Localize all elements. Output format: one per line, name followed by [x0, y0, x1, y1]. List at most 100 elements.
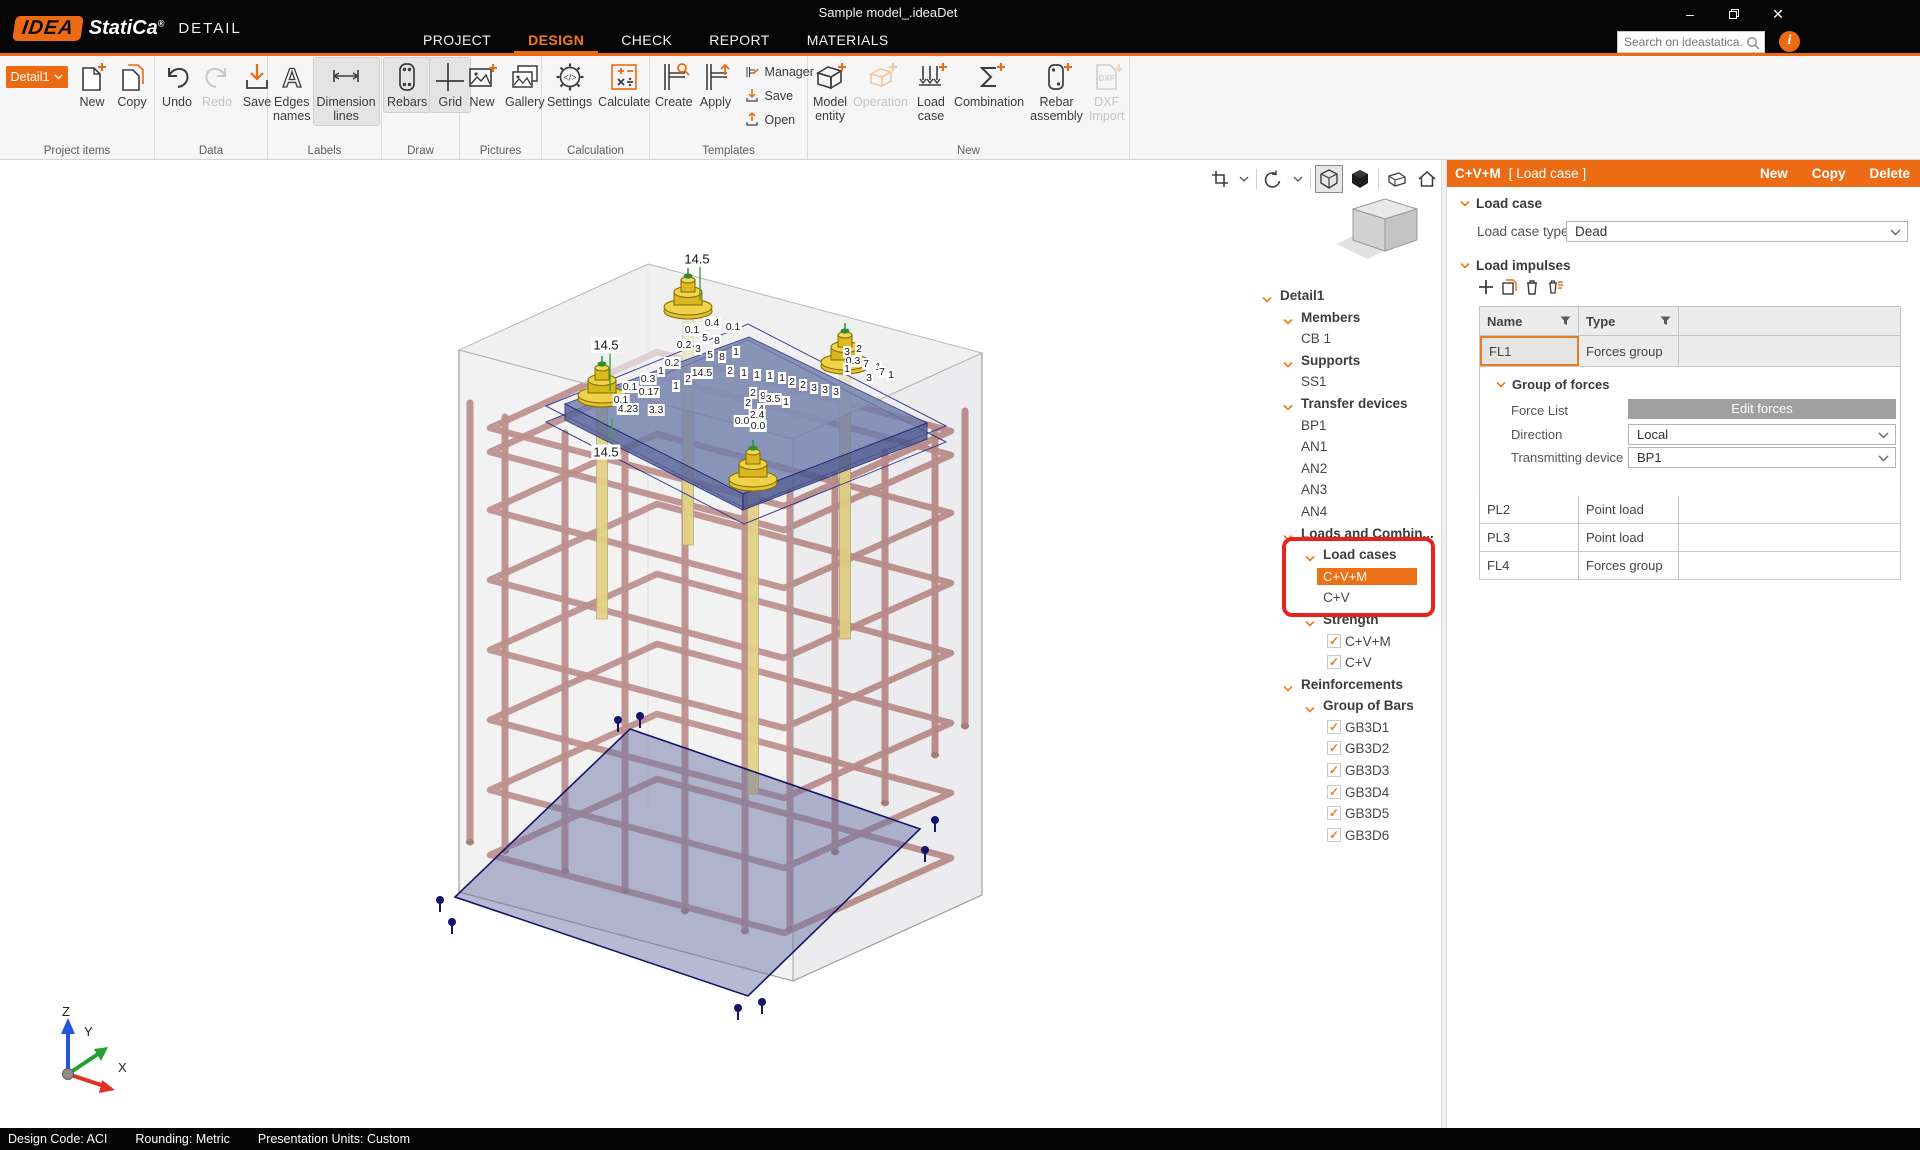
ribbon-button-gallery[interactable]: Gallery: [502, 58, 548, 112]
ribbon-button-settings[interactable]: </>Settings: [544, 58, 595, 112]
checkbox[interactable]: ✓: [1327, 806, 1341, 820]
project-selector[interactable]: Detail1: [6, 66, 68, 88]
tree-item-an1[interactable]: AN1: [1254, 436, 1442, 458]
ribbon-button-copy[interactable]: Copy: [112, 58, 152, 112]
wireframe-view-button[interactable]: [1316, 166, 1342, 192]
tree-item-strength[interactable]: Strength: [1254, 609, 1442, 631]
ribbon-button-edges-names[interactable]: AEdges names: [270, 58, 314, 125]
checkbox[interactable]: ✓: [1327, 785, 1341, 799]
wireframe-cube-icon: [1318, 168, 1340, 190]
tree-item-members[interactable]: Members: [1254, 307, 1442, 329]
tree-item-transfer-devices[interactable]: Transfer devices: [1254, 393, 1442, 415]
copy-impulse-button[interactable]: [1500, 278, 1518, 299]
tree-item-gb3d5[interactable]: ✓GB3D5: [1254, 803, 1442, 825]
tree-item-c-v-m[interactable]: ✓C+V+M: [1254, 631, 1442, 653]
ribbon-button-rebar-assembly[interactable]: Rebar assembly: [1027, 58, 1086, 125]
panel-action-copy[interactable]: Copy: [1812, 166, 1846, 181]
orbit-button[interactable]: [1262, 167, 1286, 191]
tree-item-c-v-m[interactable]: C+V+M: [1254, 566, 1442, 588]
impulse-row-pl2[interactable]: PL2Point load: [1479, 496, 1901, 524]
tree-item-an4[interactable]: AN4: [1254, 501, 1442, 523]
restore-button[interactable]: [1712, 0, 1756, 28]
properties-panel: C+V+M [ Load case ] NewCopyDelete Load c…: [1447, 160, 1920, 1128]
ribbon-button-calculate[interactable]: Calculate: [595, 58, 653, 112]
tree-item-loads-and-combin[interactable]: Loads and Combin...: [1254, 523, 1442, 545]
chevron-down-icon: [1460, 200, 1470, 207]
checkbox[interactable]: ✓: [1327, 741, 1341, 755]
solid-view-button[interactable]: [1347, 166, 1373, 192]
ribbon-button-dimension-lines[interactable]: Dimension lines: [314, 58, 379, 125]
panel-action-delete[interactable]: Delete: [1869, 166, 1910, 181]
tab-check[interactable]: CHECK: [621, 32, 672, 48]
checkbox[interactable]: ✓: [1327, 720, 1341, 734]
tree-item-reinforcements[interactable]: Reinforcements: [1254, 674, 1442, 696]
section-load-case[interactable]: Load case: [1460, 196, 1542, 211]
tree-item-detail1[interactable]: Detail1: [1254, 285, 1442, 307]
add-impulse-button[interactable]: [1477, 278, 1495, 299]
tree-item-group-of-bars[interactable]: Group of Bars: [1254, 695, 1442, 717]
tree-item-c-v[interactable]: C+V: [1254, 587, 1442, 609]
clip-view-dropdown[interactable]: [1237, 174, 1251, 184]
tab-materials[interactable]: MATERIALS: [807, 32, 889, 48]
tree-item-c-v[interactable]: ✓C+V: [1254, 652, 1442, 674]
ribbon-group-label: New: [808, 145, 1129, 157]
navigation-cube[interactable]: [1336, 199, 1417, 259]
info-button[interactable]: i: [1779, 31, 1800, 52]
ribbon-button-undo[interactable]: Undo: [157, 58, 197, 112]
ribbon-button-apply[interactable]: Apply: [696, 58, 736, 112]
tree-item-an2[interactable]: AN2: [1254, 458, 1442, 480]
ribbon-button-load-case[interactable]: Load case: [911, 58, 951, 125]
transparent-view-button[interactable]: [1384, 166, 1410, 192]
tab-design[interactable]: DESIGN: [528, 32, 584, 48]
tree-item-supports[interactable]: Supports: [1254, 350, 1442, 372]
tree-item-bp1[interactable]: BP1: [1254, 415, 1442, 437]
tree-item-gb3d6[interactable]: ✓GB3D6: [1254, 825, 1442, 847]
panel-action-new[interactable]: New: [1760, 166, 1788, 181]
checkbox[interactable]: ✓: [1327, 634, 1341, 648]
tree-item-gb3d4[interactable]: ✓GB3D4: [1254, 782, 1442, 804]
delete-impulse-button[interactable]: [1523, 278, 1541, 299]
tree-item-gb3d2[interactable]: ✓GB3D2: [1254, 738, 1442, 760]
ribbon-button-new[interactable]: New: [72, 58, 112, 112]
delete-all-impulses-button[interactable]: [1546, 278, 1564, 299]
impulse-row-fl4[interactable]: FL4Forces group: [1479, 552, 1901, 580]
load-case-type-select[interactable]: Dead: [1566, 221, 1908, 242]
status-item: Design Code: ACI: [8, 1132, 107, 1146]
filter-icon[interactable]: [1660, 316, 1671, 326]
ribbon-button-combination[interactable]: Combination: [951, 58, 1027, 112]
direction-select[interactable]: Local: [1628, 424, 1896, 445]
checkbox[interactable]: ✓: [1327, 655, 1341, 669]
checkbox[interactable]: ✓: [1327, 828, 1341, 842]
minimize-button[interactable]: –: [1668, 0, 1712, 28]
checkbox[interactable]: ✓: [1327, 763, 1341, 777]
filter-icon[interactable]: [1560, 316, 1571, 326]
doc-copy-icon: [115, 60, 149, 94]
ribbon-button-manager[interactable]: Manager: [744, 60, 814, 84]
impulse-row-pl3[interactable]: PL3Point load: [1479, 524, 1901, 552]
ribbon-button-create[interactable]: Create: [652, 58, 696, 112]
search-input[interactable]: [1618, 32, 1764, 52]
orbit-dropdown[interactable]: [1291, 174, 1305, 184]
impulse-row-fl1[interactable]: FL1 Forces group: [1479, 336, 1901, 367]
tree-item-gb3d3[interactable]: ✓GB3D3: [1254, 760, 1442, 782]
edit-forces-button[interactable]: Edit forces: [1628, 399, 1896, 419]
tree-item-ss1[interactable]: SS1: [1254, 371, 1442, 393]
section-group-of-forces[interactable]: Group of forces: [1496, 377, 1610, 392]
ribbon-button-open[interactable]: Open: [744, 108, 814, 132]
ribbon-button-model-entity[interactable]: Model entity: [810, 58, 850, 125]
tree-item-an3[interactable]: AN3: [1254, 479, 1442, 501]
tab-report[interactable]: REPORT: [709, 32, 770, 48]
ribbon-button-new[interactable]: New: [462, 58, 502, 112]
close-button[interactable]: ✕: [1756, 0, 1800, 28]
tree-item-load-cases[interactable]: Load cases: [1254, 544, 1442, 566]
clip-view-button[interactable]: [1208, 167, 1232, 191]
model-3d-view[interactable]: ZYX: [0, 160, 1443, 1128]
home-view-button[interactable]: [1415, 167, 1439, 191]
section-load-impulses[interactable]: Load impulses: [1460, 258, 1571, 273]
tree-item-gb3d1[interactable]: ✓GB3D1: [1254, 717, 1442, 739]
tree-item-cb-1[interactable]: CB 1: [1254, 328, 1442, 350]
ribbon-button-rebars[interactable]: Rebars: [384, 58, 430, 112]
tab-project[interactable]: PROJECT: [423, 32, 491, 48]
ribbon-button-save[interactable]: Save: [744, 84, 814, 108]
transmitting-device-select[interactable]: BP1: [1628, 447, 1896, 468]
